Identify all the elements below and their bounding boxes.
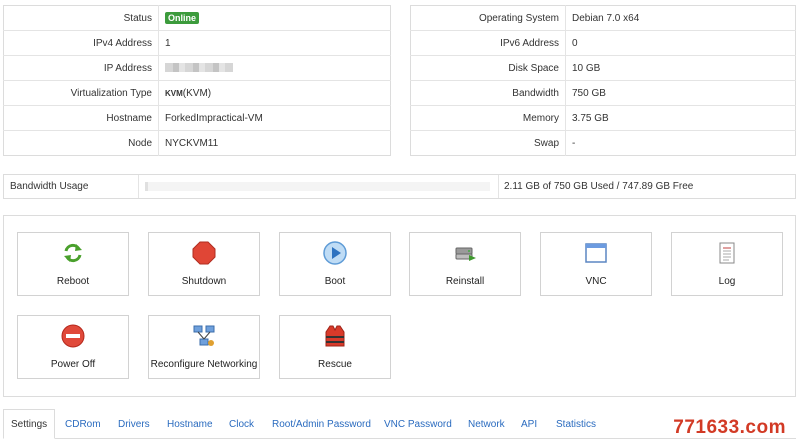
- disk-value: 10 GB: [565, 55, 796, 81]
- tab-hostname[interactable]: Hostname: [167, 409, 213, 439]
- memory-label: Memory: [410, 105, 566, 131]
- info-row-ipv4: IPv4 Address 1: [3, 30, 391, 56]
- rescue-label: Rescue: [318, 359, 352, 370]
- ip-cell: [158, 55, 391, 81]
- watermark: 771633.com: [673, 417, 786, 438]
- bandwidth-progress-fill: [145, 182, 149, 191]
- tab-network[interactable]: Network: [468, 409, 505, 439]
- reconfigure-networking-button[interactable]: Reconfigure Networking: [148, 315, 260, 379]
- reboot-button[interactable]: Reboot: [17, 232, 129, 296]
- redacted-ip: [165, 63, 233, 73]
- ip-label: IP Address: [3, 55, 159, 81]
- node-label: Node: [3, 130, 159, 156]
- window-icon: [585, 243, 607, 263]
- info-row-memory: Memory 3.75 GB: [410, 105, 796, 131]
- info-row-ip: IP Address: [3, 55, 391, 81]
- tab-api[interactable]: API: [521, 409, 537, 439]
- reboot-icon: [64, 243, 82, 263]
- status-label: Status: [3, 5, 159, 31]
- bandwidth-usage-row: Bandwidth Usage 2.11 GB of 750 GB Used /…: [3, 174, 796, 199]
- bandwidth-usage-text: 2.11 GB of 750 GB Used / 747.89 GB Free: [504, 181, 694, 192]
- info-row-virtualization: Virtualization Type KVM(KVM): [3, 80, 391, 106]
- tab-vnc-password[interactable]: VNC Password: [384, 409, 452, 439]
- server-icon: [455, 247, 476, 261]
- os-value: Debian 7.0 x64: [572, 12, 640, 24]
- bandwidth-progress-track: [145, 182, 490, 191]
- virt-cell: KVM(KVM): [158, 80, 391, 106]
- ipv4-label: IPv4 Address: [3, 30, 159, 56]
- bandwidth-value: 750 GB: [565, 80, 796, 106]
- info-row-status: Status Online: [3, 5, 391, 31]
- virt-label: Virtualization Type: [3, 80, 159, 106]
- os-label: Operating System: [410, 5, 566, 31]
- ipv4-value: 1: [158, 30, 391, 56]
- status-cell: Online: [159, 6, 391, 31]
- rescue-button[interactable]: Rescue: [279, 315, 391, 379]
- network-icon: [193, 325, 215, 346]
- vnc-button[interactable]: VNC: [540, 232, 652, 296]
- shutdown-label: Shutdown: [181, 276, 227, 287]
- vnc-label: VNC: [585, 276, 607, 287]
- hostname-value: ForkedImpractical-VM: [158, 105, 391, 131]
- no-entry-icon: [61, 324, 85, 348]
- ipv6-label: IPv6 Address: [410, 30, 566, 56]
- tab-root-admin-password[interactable]: Root/Admin Password: [272, 409, 371, 439]
- tab-drivers[interactable]: Drivers: [118, 409, 150, 439]
- info-row-node: Node NYCKVM11: [3, 130, 391, 156]
- bandwidth-usage-label: Bandwidth Usage: [4, 175, 139, 198]
- actions-panel: Reboot Shutdown Boot Reinstall VNC Log P…: [3, 215, 796, 397]
- memory-value: 3.75 GB: [565, 105, 796, 131]
- boot-button[interactable]: Boot: [279, 232, 391, 296]
- log-button[interactable]: Log: [671, 232, 783, 296]
- reinstall-label: Reinstall: [445, 276, 485, 287]
- info-row-os: Operating System Debian 7.0 x64: [410, 5, 796, 31]
- log-icon: [719, 242, 735, 264]
- server-info-table: Status Online IPv4 Address 1 IP Address …: [3, 5, 391, 156]
- bandwidth-usage-bar-cell: [139, 175, 499, 198]
- swap-value: -: [565, 130, 796, 156]
- info-row-hostname: Hostname ForkedImpractical-VM: [3, 105, 391, 131]
- tab-clock[interactable]: Clock: [229, 409, 254, 439]
- tab-statistics[interactable]: Statistics: [556, 409, 596, 439]
- disk-label: Disk Space: [410, 55, 566, 81]
- reconfigure-networking-label: Reconfigure Networking: [150, 359, 258, 370]
- lifejacket-icon: [325, 325, 345, 347]
- power-off-label: Power Off: [50, 359, 96, 370]
- status-badge: Online: [165, 12, 200, 24]
- power-off-button[interactable]: Power Off: [17, 315, 129, 379]
- virt-type-strong: KVM: [165, 88, 183, 98]
- info-row-disk: Disk Space 10 GB: [410, 55, 796, 81]
- tab-settings[interactable]: Settings: [3, 409, 56, 439]
- hostname-label: Hostname: [3, 105, 159, 131]
- boot-label: Boot: [324, 276, 346, 287]
- swap-label: Swap: [410, 130, 566, 156]
- tab-cdrom[interactable]: CDRom: [65, 409, 101, 439]
- info-row-swap: Swap -: [410, 130, 796, 156]
- info-row-ipv6: IPv6 Address 0: [410, 30, 796, 56]
- virt-type-value: (KVM): [182, 87, 212, 99]
- stop-icon: [192, 241, 216, 265]
- bandwidth-label: Bandwidth: [410, 80, 566, 106]
- resources-info-table: Operating System Debian 7.0 x64 IPv6 Add…: [410, 5, 796, 156]
- node-value: NYCKVM11: [158, 130, 391, 156]
- ipv6-value: 0: [565, 30, 796, 56]
- reinstall-button[interactable]: Reinstall: [409, 232, 521, 296]
- info-row-bandwidth: Bandwidth 750 GB: [410, 80, 796, 106]
- reboot-label: Reboot: [56, 276, 90, 287]
- log-label: Log: [718, 276, 736, 287]
- shutdown-button[interactable]: Shutdown: [148, 232, 260, 296]
- play-icon: [323, 241, 347, 265]
